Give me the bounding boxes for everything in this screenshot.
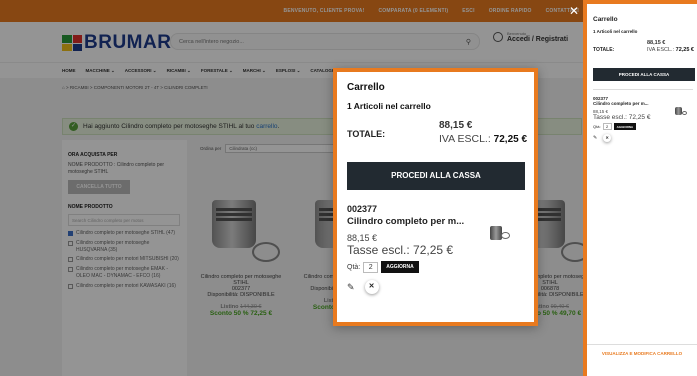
item-actions: ✎ ✕ — [347, 280, 524, 294]
total-label: TOTALE: — [347, 129, 386, 139]
item-tax-excl: Tasse escl.: 72,25 € — [347, 243, 454, 257]
iva-excl: IVA ESCL.: 72,25 € — [439, 133, 528, 145]
product-thumbnail[interactable] — [486, 224, 510, 242]
cart-modal: Carrello 1 Articoli nel carrello TOTALE:… — [333, 68, 538, 326]
panel-quantity-row: Qtà: 2 AGGIORNA — [593, 123, 693, 130]
edit-pencil-icon[interactable]: ✎ — [347, 282, 355, 293]
panel-totals: TOTALE: 88,15 € IVA ESCL.: 72,25 € — [593, 40, 694, 60]
cart-item: 002377 Cilindro completo per m... 88,15 … — [347, 204, 524, 294]
panel-item-count: 1 Articoli nel carrello — [593, 29, 638, 34]
panel-edit-pencil-icon[interactable]: ✎ — [593, 135, 597, 141]
panel-cart-item: 002377 Cilindro completo per m... 88,15 … — [593, 96, 693, 142]
panel-product-thumbnail[interactable] — [673, 106, 687, 116]
qty-label: Qtà: — [347, 263, 361, 271]
checkout-button[interactable]: PROCEDI ALLA CASSA — [347, 162, 525, 190]
minicart-panel: Carrello 1 Articoli nel carrello TOTALE:… — [583, 0, 697, 376]
panel-remove-item-icon[interactable]: ✕ — [603, 134, 612, 142]
close-icon[interactable]: ✕ — [567, 4, 581, 18]
panel-item-actions: ✎ ✕ — [593, 134, 693, 142]
quantity-input[interactable]: 2 — [363, 261, 379, 273]
panel-title: Carrello — [593, 16, 618, 23]
panel-checkout-button[interactable]: PROCEDI ALLA CASSA — [593, 68, 695, 81]
quantity-row: Qtà: 2 AGGIORNA — [347, 261, 524, 273]
view-edit-cart-link[interactable]: VISUALIZZA E MODIFICA CARRELLO — [587, 351, 697, 358]
total-value: 88,15 € — [439, 120, 473, 131]
panel-update-button[interactable]: AGGIORNA — [613, 123, 637, 130]
remove-item-icon[interactable]: ✕ — [364, 280, 379, 294]
cart-totals: TOTALE: 88,15 € IVA ESCL.: 72,25 € — [347, 120, 528, 152]
item-sku: 002377 — [347, 204, 378, 214]
divider — [593, 89, 693, 90]
panel-total-value: 88,15 € — [647, 40, 666, 46]
panel-quantity-input[interactable]: 2 — [602, 123, 612, 130]
panel-qty-label: Qtà: — [593, 124, 601, 129]
cart-item-count: 1 Articoli nel carrello — [347, 101, 431, 111]
panel-footer: VISUALIZZA E MODIFICA CARRELLO — [587, 344, 697, 358]
cart-title: Carrello — [347, 82, 385, 93]
panel-total-label: TOTALE: — [593, 47, 615, 53]
panel-iva-excl: IVA ESCL.: 72,25 € — [647, 47, 694, 53]
update-button[interactable]: AGGIORNA — [381, 261, 419, 273]
